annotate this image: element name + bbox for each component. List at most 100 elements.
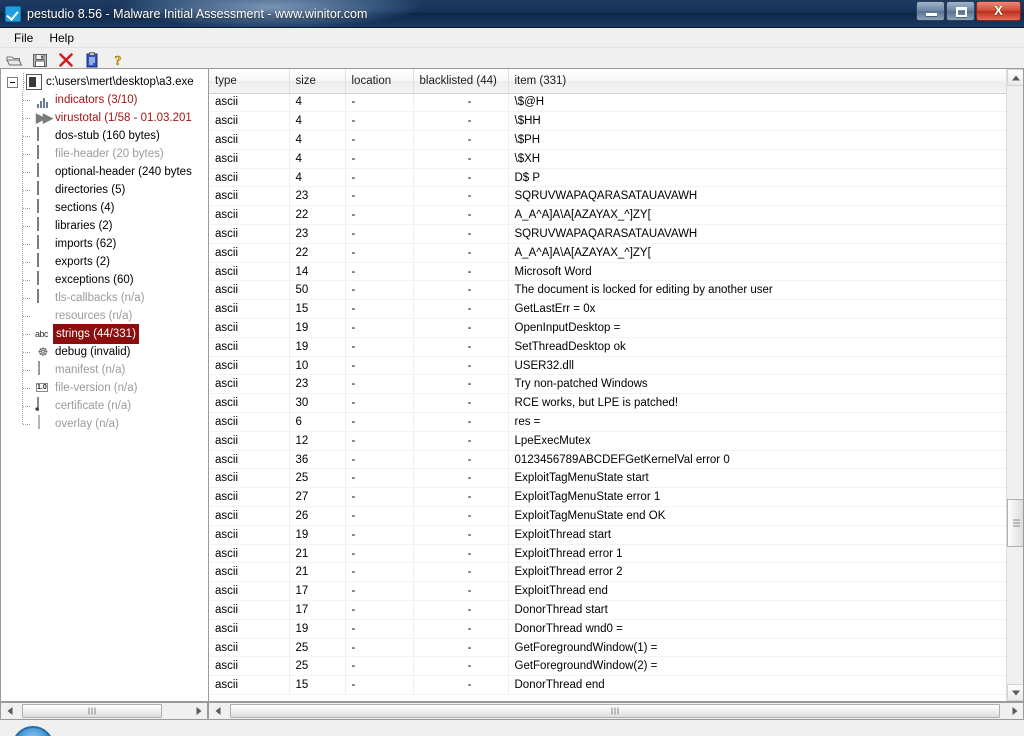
cell-location: - — [345, 224, 414, 244]
vertical-scroll-thumb[interactable] — [1007, 499, 1023, 547]
table-row[interactable]: ascii 14- - Microsoft Word — [209, 262, 1023, 282]
tree-scroll-right-button[interactable] — [190, 703, 207, 719]
cell-size: 25 — [289, 468, 346, 489]
tree-item-indicators[interactable]: indicators (3/10) — [1, 91, 208, 109]
table-row[interactable]: ascii 15- - GetLastErr = 0x — [209, 299, 1023, 320]
table-row[interactable]: ascii 6- - res = — [209, 412, 1023, 432]
menu-item-help[interactable]: Help — [41, 29, 82, 47]
table-row[interactable]: ascii 22- - A_A^A]A\A[AZAYAX_^]ZY[ — [209, 205, 1023, 226]
tree-item-overlay[interactable]: overlay (n/a) — [1, 415, 208, 433]
cell-size: 19 — [289, 525, 346, 545]
cell-blacklisted: - — [413, 168, 509, 188]
cell-size: 22 — [289, 205, 346, 226]
table-row[interactable]: ascii 25- - GetForegroundWindow(2) = — [209, 656, 1023, 677]
table-row[interactable]: ascii 10- - USER32.dll — [209, 356, 1023, 376]
table-row[interactable]: ascii 4- - \$XH — [209, 149, 1023, 169]
tree-item-dos-stub[interactable]: dos-stub (160 bytes) — [1, 127, 208, 145]
table-row[interactable]: ascii 23- - SQRUVWAPAQARASATAUAVAWH — [209, 186, 1023, 207]
tree-scroll-thumb[interactable] — [22, 704, 162, 718]
table-row[interactable]: ascii 12- - LpeExecMutex — [209, 431, 1023, 451]
table-row[interactable]: ascii 4- - \$HH — [209, 111, 1023, 132]
tree-item-exceptions[interactable]: exceptions (60) — [1, 271, 208, 289]
table-row[interactable]: ascii 15- - DonorThread end — [209, 675, 1023, 695]
table-row[interactable]: ascii 36- -0123456789ABCDEFGetKernelVal er… — [209, 450, 1023, 470]
table-row[interactable]: ascii 19- - OpenInputDesktop = — [209, 318, 1023, 338]
tree-item-root[interactable]: c:\users\mert\desktop\a3.exe — [1, 73, 208, 91]
close-file-icon[interactable] — [57, 51, 75, 69]
tree-item-strings[interactable]: abc strings (44/331) — [1, 324, 208, 344]
table-row[interactable]: ascii 4- - D$ P — [209, 168, 1023, 188]
scroll-down-button[interactable] — [1007, 684, 1023, 701]
tree-item-virustotal[interactable]: ▶▶ virustotal (1/58 - 01.03.201 — [1, 109, 208, 127]
version-icon: 1.0 — [36, 383, 48, 392]
cell-location: - — [345, 468, 414, 489]
tree-item-file-header[interactable]: file-header (20 bytes) — [1, 145, 208, 163]
table-row[interactable]: ascii 27- - ExploitTagMenuState error 1 — [209, 487, 1023, 508]
table-row[interactable]: ascii 17- - DonorThread start — [209, 600, 1023, 620]
tree-item-imports[interactable]: imports (62) — [1, 235, 208, 253]
table-row[interactable]: ascii 17- - ExploitThread end — [209, 581, 1023, 602]
list-scroll-thumb[interactable] — [230, 704, 1000, 718]
tree-item-label: optional-header (240 bytes — [55, 166, 192, 178]
tree-scroll-left-button[interactable] — [1, 703, 18, 719]
tree-connector — [19, 253, 35, 271]
open-file-icon[interactable] — [5, 51, 23, 69]
table-row[interactable]: ascii 19- - SetThreadDesktop ok — [209, 337, 1023, 357]
tree-connector — [19, 235, 35, 253]
list-scroll-left-button[interactable] — [209, 703, 226, 719]
start-button[interactable] — [12, 726, 54, 736]
cell-type: ascii — [209, 224, 290, 244]
tree-item-resources[interactable]: resources (n/a) — [1, 307, 208, 325]
tree-item-directories[interactable]: directories (5) — [1, 181, 208, 199]
table-row[interactable]: ascii 30- - RCE works, but LPE is patched! — [209, 393, 1023, 414]
column-header-type[interactable]: type — [209, 69, 290, 94]
vertical-scrollbar[interactable] — [1006, 69, 1023, 701]
tree-item-debug[interactable]: ☸ debug (invalid) — [1, 343, 208, 361]
table-row[interactable]: ascii 26- - ExploitTagMenuState end OK — [209, 506, 1023, 526]
cell-blacklisted: - — [413, 149, 509, 169]
cell-location: - — [345, 149, 414, 169]
table-row[interactable]: ascii 25- - GetForegroundWindow(1) = — [209, 638, 1023, 658]
table-row[interactable]: ascii 4- - \$@H — [209, 93, 1023, 113]
minimize-button[interactable] — [916, 1, 945, 21]
cell-size: 23 — [289, 186, 346, 207]
tree-expander-icon[interactable] — [7, 76, 18, 88]
window-controls: X — [915, 1, 1021, 21]
maximize-button[interactable] — [946, 1, 975, 21]
table-row[interactable]: ascii 50- - The document is locked for edit… — [209, 280, 1023, 301]
help-icon[interactable]: ? — [109, 51, 127, 69]
table-row[interactable]: ascii 25- - ExploitTagMenuState start — [209, 468, 1023, 489]
list-scroll-right-button[interactable] — [1006, 703, 1023, 719]
table-row[interactable]: ascii 19- - DonorThread wnd0 = — [209, 619, 1023, 639]
tree-item-sections[interactable]: sections (4) — [1, 199, 208, 217]
column-header-item[interactable]: item (331) — [508, 69, 1023, 94]
column-header-location[interactable]: location — [345, 69, 414, 94]
close-button[interactable]: X — [976, 1, 1021, 21]
table-row[interactable]: ascii 19- - ExploitThread start — [209, 525, 1023, 545]
scroll-up-button[interactable] — [1007, 69, 1023, 86]
menu-item-file[interactable]: File — [6, 29, 41, 47]
list-horizontal-scrollbar[interactable] — [208, 702, 1024, 720]
tree-item-libraries[interactable]: libraries (2) — [1, 217, 208, 235]
cell-size: 6 — [289, 412, 346, 432]
column-header-blacklisted[interactable]: blacklisted (44) — [413, 69, 509, 94]
column-header-size[interactable]: size — [289, 69, 346, 94]
tree-item-optional-header[interactable]: optional-header (240 bytes — [1, 163, 208, 181]
tree-item-exports[interactable]: exports (2) — [1, 253, 208, 271]
table-row[interactable]: ascii 4- - \$PH — [209, 130, 1023, 150]
tree-item-manifest[interactable]: manifest (n/a) — [1, 361, 208, 379]
table-row[interactable]: ascii 22- - A_A^A]A\A[AZAYAX_^]ZY[ — [209, 243, 1023, 263]
tree-item-file-version[interactable]: 1.0 file-version (n/a) — [1, 379, 208, 397]
tree-scroll-track[interactable] — [18, 703, 190, 719]
save-icon[interactable] — [31, 51, 49, 69]
tree-horizontal-scrollbar[interactable] — [0, 702, 208, 720]
table-row[interactable]: ascii 23- - SQRUVWAPAQARASATAUAVAWH — [209, 224, 1023, 244]
table-row[interactable]: ascii 21- - ExploitThread error 1 — [209, 544, 1023, 564]
tree-item-certificate[interactable]: certificate (n/a) — [1, 397, 208, 415]
tree-connector — [19, 145, 35, 163]
clipboard-icon[interactable] — [83, 51, 101, 69]
tree-item-tls-callbacks[interactable]: tls-callbacks (n/a) — [1, 289, 208, 307]
table-row[interactable]: ascii 21- - ExploitThread error 2 — [209, 562, 1023, 583]
list-scroll-track[interactable] — [226, 703, 1006, 719]
table-row[interactable]: ascii 23- - Try non-patched Windows — [209, 374, 1023, 395]
